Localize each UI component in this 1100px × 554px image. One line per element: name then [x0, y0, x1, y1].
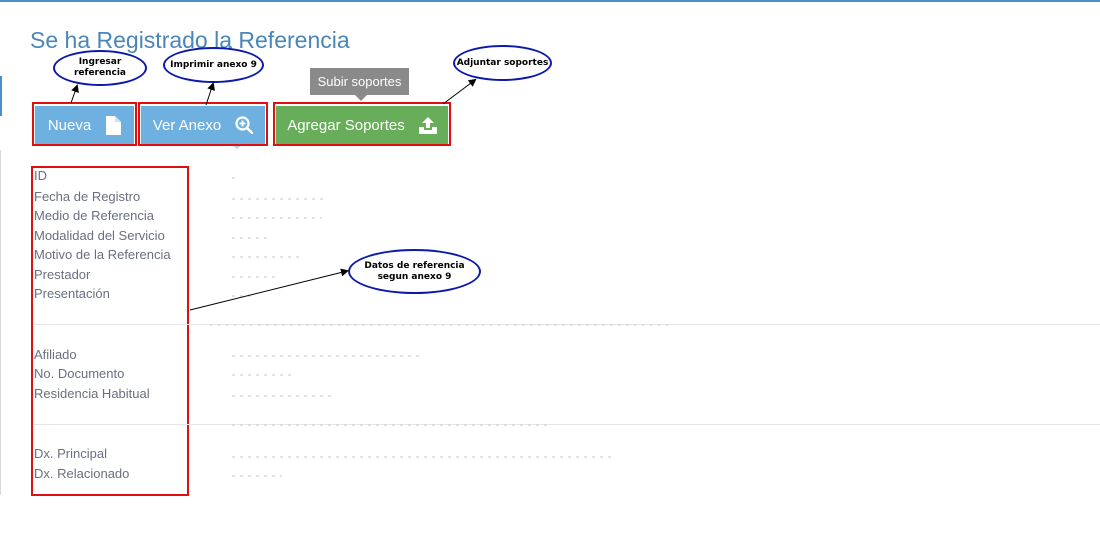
add-supports-button[interactable]: Agregar Soportes	[276, 106, 448, 144]
callout-adjuntar-soportes: Adjuntar soportes	[453, 45, 552, 81]
callout-imprimir-text: Imprimir anexo 9	[170, 59, 257, 70]
document-icon	[105, 115, 122, 135]
zoom-in-icon	[235, 116, 254, 134]
redacted-value	[210, 324, 670, 326]
redacted-value	[232, 355, 422, 357]
callout-ingresar-text: Ingresar referencia	[73, 57, 126, 78]
section-divider	[34, 424, 1100, 425]
arrow-to-adjuntar	[442, 78, 477, 105]
redacted-value	[232, 395, 332, 397]
top-accent-rule	[0, 0, 1100, 2]
redacted-value	[232, 237, 272, 239]
callout-imprimir-anexo: Imprimir anexo 9	[163, 47, 264, 83]
new-referral-button[interactable]: Nueva	[35, 106, 134, 144]
redacted-value	[232, 198, 327, 200]
redacted-value	[232, 256, 302, 258]
redacted-value	[232, 276, 277, 278]
field-label-id: ID	[34, 168, 47, 183]
upload-icon	[418, 116, 437, 134]
callout-datos-referencia: Datos de referencia segun anexo 9	[348, 249, 481, 294]
callout-adjuntar-text: Adjuntar soportes	[456, 57, 549, 68]
add-supports-button-label: Agregar Soportes	[287, 116, 405, 134]
supports-tooltip: Subir soportes	[310, 68, 409, 101]
field-label-primary-dx: Dx. Principal	[34, 446, 107, 461]
redacted-value	[232, 177, 240, 179]
field-label-service-modality: Modalidad del Servicio	[34, 228, 165, 243]
field-label-residence: Residencia Habitual	[34, 386, 150, 401]
redacted-value	[232, 424, 552, 426]
field-label-document-number: No. Documento	[34, 366, 125, 381]
redacted-value	[232, 475, 282, 477]
field-label-referral-reason: Motivo de la Referencia	[34, 247, 171, 262]
new-button-label: Nueva	[47, 116, 92, 134]
content-left-border	[0, 150, 1, 495]
view-annex-button[interactable]: Ver Anexo	[141, 106, 265, 144]
field-label-referral-medium: Medio de Referencia	[34, 208, 154, 223]
arrow-to-ingresar	[70, 84, 79, 104]
annotation-arrows	[70, 78, 477, 311]
redacted-value	[232, 295, 252, 297]
redacted-value	[232, 456, 612, 458]
annex-dropdown-caret	[231, 144, 243, 149]
view-annex-button-label: Ver Anexo	[152, 116, 222, 134]
arrow-to-imprimir	[205, 82, 215, 106]
field-label-affiliate: Afiliado	[34, 347, 77, 362]
field-label-presentation: Presentación	[34, 286, 110, 301]
callout-ingresar-referencia: Ingresar referencia	[53, 50, 147, 86]
callout-datos-text: Datos de referencia segun anexo 9	[364, 260, 465, 282]
left-accent-rule	[0, 76, 2, 116]
field-label-provider: Prestador	[34, 267, 91, 282]
redacted-value	[232, 217, 322, 219]
field-label-related-dx: Dx. Relacionado	[34, 466, 130, 481]
field-label-registration-date: Fecha de Registro	[34, 189, 141, 204]
redacted-value	[232, 374, 292, 376]
